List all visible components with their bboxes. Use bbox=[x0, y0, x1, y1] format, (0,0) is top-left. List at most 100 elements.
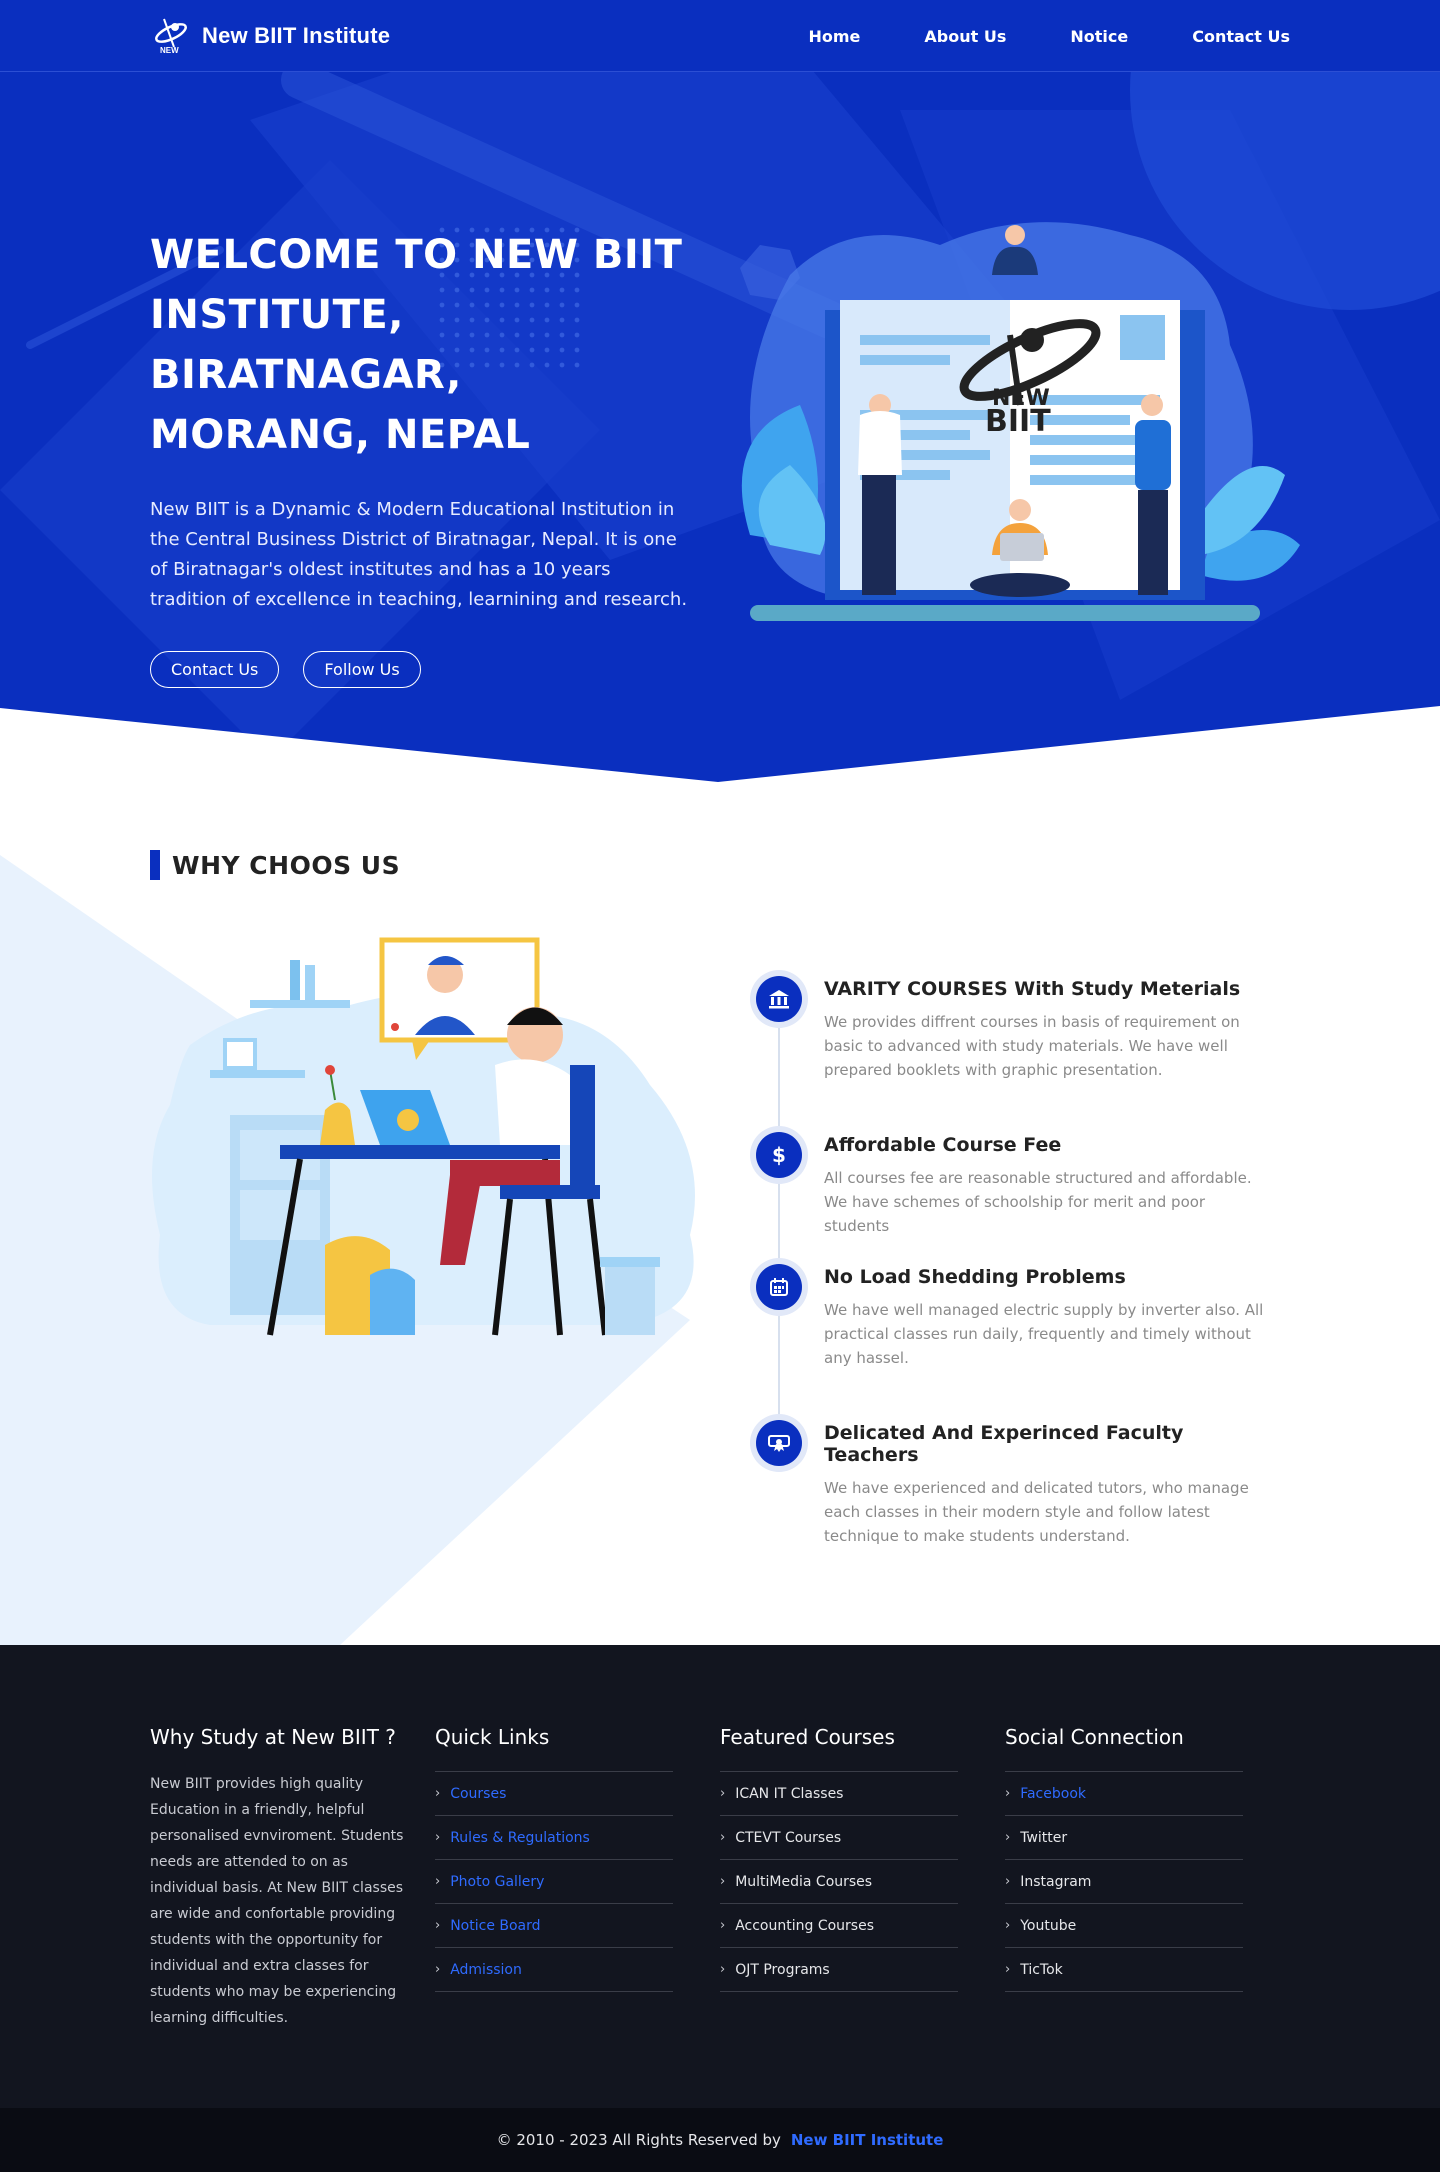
footer-col-quick-links: Quick Links › Courses › Rules & Regulation… bbox=[435, 1725, 720, 2031]
chevron-right-icon: › bbox=[435, 1874, 441, 1889]
feature-item: Delicated And Experinced Faculty Teacher… bbox=[750, 1414, 1270, 1548]
hero-title: WELCOME TO NEW BIIT INSTITUTE, BIRATNAGA… bbox=[150, 225, 690, 465]
footer-col-featured-courses: Featured Courses › ICAN IT Classes › CTEVT… bbox=[720, 1725, 1005, 2031]
student-study-illustration bbox=[152, 937, 695, 1336]
list-item: › Admission bbox=[435, 1948, 673, 1992]
list-item: › Instagram bbox=[1005, 1860, 1243, 1904]
list-item: › Facebook bbox=[1005, 1772, 1243, 1816]
hero-book-illustration: NEW BIIT bbox=[741, 222, 1300, 621]
list-item: › Twitter bbox=[1005, 1816, 1243, 1860]
hero-description: New BIIT is a Dynamic & Modern Education… bbox=[150, 499, 688, 610]
nav-item-home: Home bbox=[808, 27, 860, 46]
why-choose-us-heading: WHY CHOOS US bbox=[172, 850, 401, 880]
hero-content: WELCOME TO NEW BIIT INSTITUTE, BIRATNAGA… bbox=[150, 225, 690, 688]
nav-link-home[interactable]: Home bbox=[808, 27, 860, 46]
course-link-ican-it[interactable]: ICAN IT Classes bbox=[735, 1786, 843, 1802]
chevron-right-icon: › bbox=[435, 1830, 441, 1845]
course-link-accounting[interactable]: Accounting Courses bbox=[735, 1918, 874, 1934]
course-link-ctevt[interactable]: CTEVT Courses bbox=[735, 1830, 841, 1846]
certificate-icon bbox=[756, 1420, 802, 1466]
feature-title: No Load Shedding Problems bbox=[824, 1266, 1126, 1288]
copyright-bar: © 2010 - 2023 All Rights Reserved by New… bbox=[0, 2108, 1440, 2172]
list-item: › ICAN IT Classes bbox=[720, 1772, 958, 1816]
footer: Why Study at New BIIT ? New BIIT provide… bbox=[0, 1645, 1440, 2108]
quick-link-photo-gallery[interactable]: Photo Gallery bbox=[450, 1874, 544, 1890]
social-link-facebook[interactable]: Facebook bbox=[1020, 1786, 1086, 1802]
footer-about-heading: Why Study at New BIIT ? bbox=[150, 1725, 396, 1749]
brand-name: New BIIT Institute bbox=[202, 23, 391, 48]
main-nav: Home About Us Notice Contact Us bbox=[808, 27, 1290, 46]
brand-logo-link[interactable]: NEW New BIIT Institute bbox=[150, 15, 390, 57]
hero-title-line: MORANG, NEPAL bbox=[150, 412, 531, 458]
brand-logo-icon: NEW bbox=[155, 18, 187, 55]
book-logo-biit: BIIT bbox=[985, 404, 1051, 439]
chevron-right-icon: › bbox=[435, 1918, 441, 1933]
feature-icon-wrap: $ bbox=[750, 1126, 808, 1184]
nav-item-notice: Notice bbox=[1070, 27, 1128, 46]
bank-icon bbox=[756, 976, 802, 1022]
feature-icon-wrap bbox=[750, 970, 808, 1028]
social-link-twitter[interactable]: Twitter bbox=[1020, 1830, 1067, 1846]
feature-title: Delicated And Experinced Faculty Teacher… bbox=[824, 1422, 1184, 1466]
chevron-right-icon: › bbox=[720, 1830, 726, 1845]
footer-col-about: Why Study at New BIIT ? New BIIT provide… bbox=[150, 1725, 435, 2031]
hero-title-line: INSTITUTE, BIRATNAGAR, bbox=[150, 292, 462, 398]
quick-link-notice-board[interactable]: Notice Board bbox=[450, 1918, 540, 1934]
svg-text:NEW: NEW bbox=[160, 46, 179, 55]
nav-link-contact-us[interactable]: Contact Us bbox=[1192, 27, 1290, 46]
dollar-icon: $ bbox=[756, 1132, 802, 1178]
quick-link-admission[interactable]: Admission bbox=[450, 1962, 522, 1978]
chevron-right-icon: › bbox=[720, 1918, 726, 1933]
chevron-right-icon: › bbox=[435, 1962, 441, 1977]
nav-item-about: About Us bbox=[924, 27, 1006, 46]
list-item: › Photo Gallery bbox=[435, 1860, 673, 1904]
nav-item-contact: Contact Us bbox=[1192, 27, 1290, 46]
section-title: WHY CHOOS US bbox=[150, 850, 400, 880]
chevron-right-icon: › bbox=[720, 1962, 726, 1977]
chevron-right-icon: › bbox=[720, 1874, 726, 1889]
social-link-tiktok[interactable]: TicTok bbox=[1020, 1962, 1063, 1978]
feature-text: We provides diffrent courses in basis of… bbox=[824, 1013, 1240, 1079]
chevron-right-icon: › bbox=[1005, 1962, 1011, 1977]
list-item: › MultiMedia Courses bbox=[720, 1860, 958, 1904]
feature-item: No Load Shedding Problems We have well m… bbox=[750, 1258, 1270, 1370]
nav-link-about-us[interactable]: About Us bbox=[924, 27, 1006, 46]
feature-title: VARITY COURSES With Study Meterials bbox=[824, 978, 1241, 1000]
list-item: › OJT Programs bbox=[720, 1948, 958, 1992]
social-link-youtube[interactable]: Youtube bbox=[1020, 1918, 1076, 1934]
list-item: › Youtube bbox=[1005, 1904, 1243, 1948]
chevron-right-icon: › bbox=[435, 1786, 441, 1801]
quick-link-rules[interactable]: Rules & Regulations bbox=[450, 1830, 590, 1846]
footer-columns: Why Study at New BIIT ? New BIIT provide… bbox=[150, 1725, 1290, 2031]
calendar-icon bbox=[756, 1264, 802, 1310]
hero-title-line: WELCOME TO NEW BIIT bbox=[150, 232, 683, 278]
feature-title: Affordable Course Fee bbox=[824, 1134, 1062, 1156]
feature-item: $ Affordable Course Fee All courses fee … bbox=[750, 1126, 1270, 1238]
social-links-list: › Facebook › Twitter › Instagram › Youtube ›… bbox=[1005, 1771, 1243, 1992]
footer-social-heading: Social Connection bbox=[1005, 1725, 1184, 1749]
feature-icon-wrap bbox=[750, 1414, 808, 1472]
nav-link-notice[interactable]: Notice bbox=[1070, 27, 1128, 46]
footer-about-text: New BIIT provides high quality Education… bbox=[150, 1776, 404, 2026]
quick-link-courses[interactable]: Courses bbox=[450, 1786, 506, 1802]
quick-links-list: › Courses › Rules & Regulations › Photo Gal… bbox=[435, 1771, 673, 1992]
course-link-multimedia[interactable]: MultiMedia Courses bbox=[735, 1874, 872, 1890]
list-item: › Rules & Regulations bbox=[435, 1816, 673, 1860]
feature-text: We have well managed electric supply by … bbox=[824, 1301, 1264, 1367]
list-item: › CTEVT Courses bbox=[720, 1816, 958, 1860]
social-link-instagram[interactable]: Instagram bbox=[1020, 1874, 1091, 1890]
featured-courses-list: › ICAN IT Classes › CTEVT Courses › MultiMe… bbox=[720, 1771, 958, 1992]
copyright-text: © 2010 - 2023 All Rights Reserved by bbox=[496, 2131, 781, 2149]
why-choose-us-section: WHY CHOOS US VARITY COURSES With Study M… bbox=[0, 790, 1440, 1645]
course-link-ojt[interactable]: OJT Programs bbox=[735, 1962, 830, 1978]
feature-text: All courses fee are reasonable structure… bbox=[824, 1169, 1252, 1235]
feature-text: We have experienced and delicated tutors… bbox=[824, 1479, 1249, 1545]
list-item: › TicTok bbox=[1005, 1948, 1243, 1992]
footer-courses-heading: Featured Courses bbox=[720, 1725, 895, 1749]
list-item: › Notice Board bbox=[435, 1904, 673, 1948]
chevron-right-icon: › bbox=[1005, 1786, 1011, 1801]
hero-section: WELCOME TO NEW BIIT INSTITUTE, BIRATNAGA… bbox=[0, 0, 1440, 790]
footer-col-social: Social Connection › Facebook › Twitter › In… bbox=[1005, 1725, 1290, 2031]
list-item: › Accounting Courses bbox=[720, 1904, 958, 1948]
copyright-brand-link[interactable]: New BIIT Institute bbox=[791, 2131, 944, 2149]
